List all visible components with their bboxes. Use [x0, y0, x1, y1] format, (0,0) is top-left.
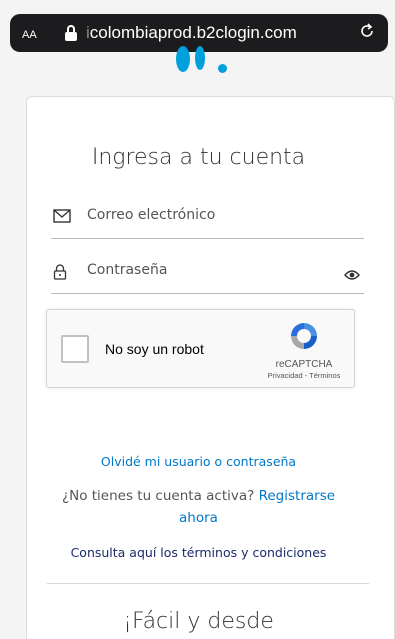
- login-card: Ingresa a tu cuenta Correo electrónico C…: [26, 96, 395, 639]
- recaptcha-terms-link[interactable]: Privacidad - Términos: [264, 371, 344, 380]
- text-size-label: AA: [22, 28, 37, 41]
- email-label: Correo electrónico: [87, 207, 216, 223]
- reload-icon[interactable]: [354, 22, 376, 45]
- inactive-account-text: ¿No tienes tu cuenta activa?: [61, 488, 255, 504]
- register-prompt: ¿No tienes tu cuenta activa? Registrarse…: [57, 485, 340, 529]
- recaptcha-brand: reCAPTCHA Privacidad - Términos: [264, 320, 344, 380]
- text-size-button[interactable]: AA: [22, 25, 64, 42]
- url-text[interactable]: icolombiaprod.b2clogin.com: [86, 23, 354, 43]
- terms-conditions-link[interactable]: Consulta aquí los términos y condiciones: [27, 545, 370, 560]
- divider: [47, 583, 369, 584]
- lock-icon: [64, 25, 78, 41]
- envelope-icon: [53, 209, 71, 225]
- recaptcha-label: No soy un robot: [105, 341, 204, 357]
- recaptcha-brand-name: reCAPTCHA: [275, 359, 333, 370]
- eye-icon[interactable]: [344, 268, 360, 280]
- recaptcha-logo-icon: [291, 323, 317, 349]
- url-domain: colombiaprod.b2clogin.com: [89, 23, 297, 42]
- recaptcha-widget: No soy un robot reCAPTCHA Privacidad - T…: [46, 309, 355, 388]
- password-field[interactable]: Contraseña: [51, 252, 364, 294]
- section-heading: ¡Fácil y desde: [123, 609, 274, 634]
- recaptcha-checkbox[interactable]: [61, 335, 89, 363]
- page-title: Ingresa a tu cuenta: [91, 145, 306, 170]
- forgot-credentials-link[interactable]: Olvidé mi usuario o contraseña: [27, 454, 370, 469]
- lock-icon: [53, 264, 71, 280]
- brand-logo-partial: [0, 46, 395, 96]
- email-field[interactable]: Correo electrónico: [51, 197, 364, 239]
- password-label: Contraseña: [87, 262, 168, 278]
